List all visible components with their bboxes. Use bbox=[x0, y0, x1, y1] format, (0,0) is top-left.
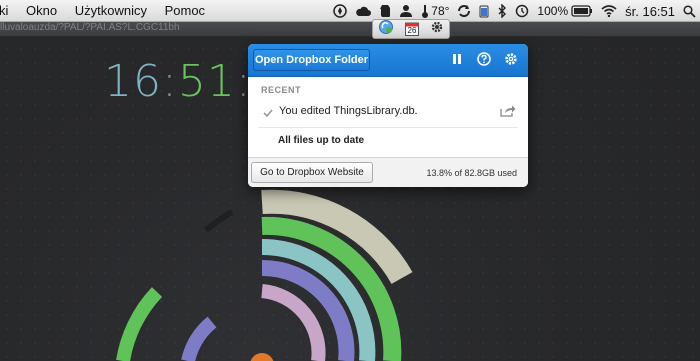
sync-status: All files up to date bbox=[278, 135, 365, 146]
compass-icon[interactable] bbox=[333, 4, 348, 18]
recent-item-text: You edited ThingsLibrary.db. bbox=[279, 105, 418, 117]
dropbox-popup: Open Dropbox Folder RECENT You edited Th… bbox=[248, 44, 528, 187]
gear-icon[interactable] bbox=[430, 20, 444, 39]
user-icon[interactable] bbox=[399, 4, 413, 18]
menu-uzytkownicy[interactable]: Użytkownicy bbox=[75, 3, 147, 18]
wifi-icon[interactable] bbox=[601, 5, 617, 17]
evernote-icon[interactable] bbox=[379, 4, 391, 18]
bluetooth-icon[interactable] bbox=[497, 4, 507, 18]
calendar-day: 26 bbox=[407, 26, 417, 35]
arc-pink bbox=[261, 284, 326, 361]
arc-group bbox=[116, 189, 413, 361]
divider bbox=[258, 127, 518, 128]
temperature-readout[interactable]: 78° bbox=[431, 4, 449, 18]
menu-item[interactable]: ki bbox=[0, 3, 8, 18]
menu-bar: ki Okno Użytkownicy Pomoc 78° 100% śr. 1… bbox=[0, 0, 700, 22]
dropbox-sync-icon[interactable] bbox=[378, 19, 394, 40]
menubar-dropdown-tray: 26 bbox=[372, 19, 450, 39]
clock-separator: : bbox=[162, 56, 178, 107]
open-dropbox-folder-button[interactable]: Open Dropbox Folder bbox=[253, 49, 370, 71]
arc-green-left bbox=[116, 287, 163, 361]
popup-footer: Go to Dropbox Website 13.8% of 82.8GB us… bbox=[248, 157, 528, 187]
arc-center-dot bbox=[250, 353, 274, 361]
calendar-icon[interactable]: 26 bbox=[404, 22, 419, 36]
share-icon[interactable] bbox=[500, 104, 516, 122]
arc-purple-left bbox=[181, 316, 217, 361]
sync-icon[interactable] bbox=[457, 4, 471, 18]
storage-usage: 13.8% of 82.8GB used bbox=[426, 168, 517, 178]
help-icon[interactable] bbox=[477, 52, 491, 66]
arc-dark-left bbox=[204, 209, 234, 233]
menu-pomoc[interactable]: Pomoc bbox=[165, 3, 205, 18]
spotlight-search-icon[interactable] bbox=[683, 4, 696, 18]
go-to-dropbox-website-button[interactable]: Go to Dropbox Website bbox=[251, 162, 373, 183]
clock-hours: 16 bbox=[104, 56, 162, 107]
popup-header: Open Dropbox Folder bbox=[248, 44, 528, 77]
battery-icon[interactable] bbox=[571, 5, 593, 17]
clock-minutes: 51 bbox=[177, 56, 236, 107]
url-fragment: lluvaloauzda/?PAL/?PAI.AS?L.CGC11bh bbox=[0, 22, 180, 33]
recent-header: RECENT bbox=[261, 85, 302, 95]
thermometer-icon[interactable] bbox=[421, 4, 429, 18]
time-machine-icon[interactable] bbox=[515, 4, 529, 18]
recent-item[interactable]: You edited ThingsLibrary.db. bbox=[248, 100, 528, 122]
checkmark-icon bbox=[263, 105, 273, 123]
pause-icon[interactable] bbox=[450, 52, 464, 66]
menu-okno[interactable]: Okno bbox=[26, 3, 57, 18]
window-strip: lluvaloauzda/?PAL/?PAI.AS?L.CGC11bh bbox=[0, 22, 700, 37]
menubar-clock[interactable]: śr. 16:51 bbox=[625, 4, 675, 19]
settings-gear-icon[interactable] bbox=[504, 52, 518, 66]
battery-status-icon[interactable] bbox=[479, 4, 489, 18]
battery-percent[interactable]: 100% bbox=[537, 4, 568, 18]
cloud-icon[interactable] bbox=[355, 5, 372, 17]
